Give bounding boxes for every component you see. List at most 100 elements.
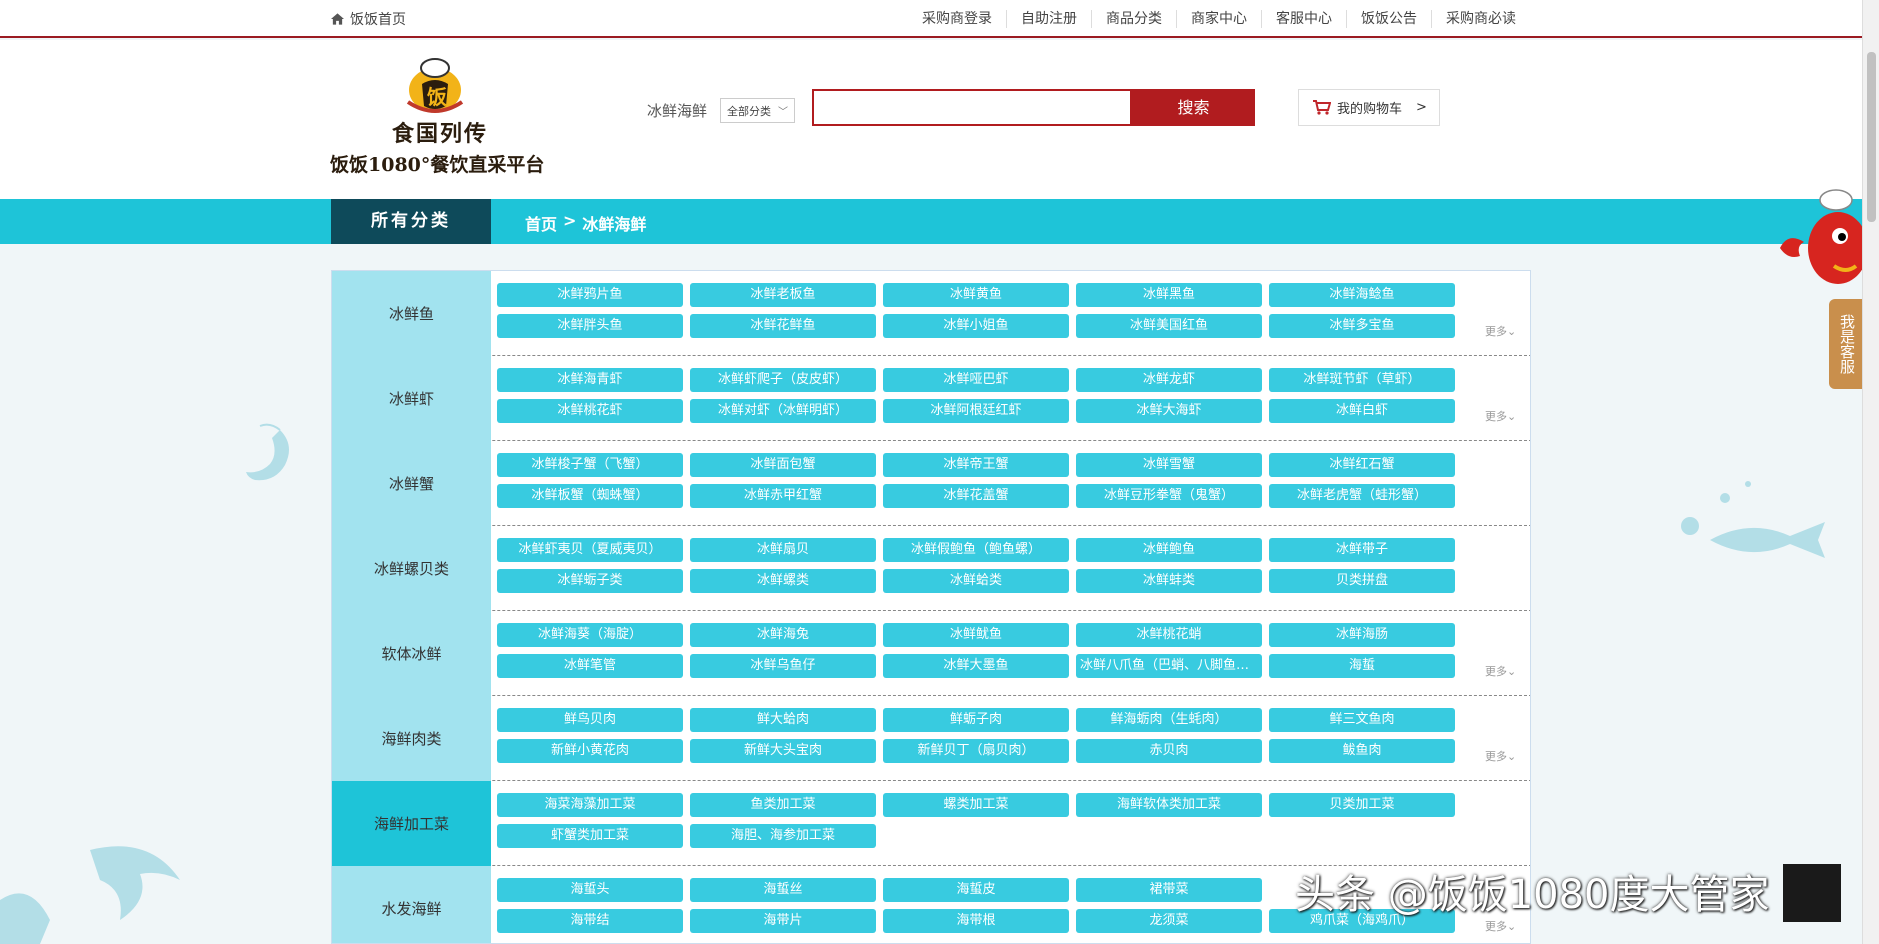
subcategory-tag[interactable]: 冰鲜斑节虾（草虾） [1269,368,1455,392]
subcategory-tag[interactable]: 冰鲜胖头鱼 [497,314,683,338]
subcategory-tag[interactable]: 龙须菜 [1076,909,1262,933]
subcategory-tag[interactable]: 冰鲜蛤类 [883,569,1069,593]
subcategory-tag[interactable]: 螺类加工菜 [883,793,1069,817]
subcategory-tag[interactable]: 冰鲜帝王蟹 [883,453,1069,477]
subcategory-tag[interactable]: 冰鲜老板鱼 [690,283,876,307]
subcategory-tag[interactable]: 冰鲜鱿鱼 [883,623,1069,647]
subcategory-tag[interactable]: 冰鲜海鲶鱼 [1269,283,1455,307]
cart-button[interactable]: 我的购物车 > [1298,89,1440,126]
subcategory-tag[interactable]: 冰鲜龙虾 [1076,368,1262,392]
nav-buyer-login[interactable]: 采购商登录 [908,10,1006,28]
category-row-label[interactable]: 水发海鲜 [332,866,491,943]
subcategory-tag[interactable]: 冰鲜带子 [1269,538,1455,562]
subcategory-tag[interactable]: 冰鲜阿根廷红虾 [883,399,1069,423]
nav-categories[interactable]: 商品分类 [1091,10,1176,28]
subcategory-tag[interactable]: 海蜇丝 [690,878,876,902]
home-link[interactable]: 饭饭首页 [331,9,406,29]
subcategory-tag[interactable]: 鲜鸟贝肉 [497,708,683,732]
subcategory-tag[interactable]: 冰鲜面包蟹 [690,453,876,477]
subcategory-tag[interactable]: 赤贝肉 [1076,739,1262,763]
subcategory-tag[interactable]: 海带结 [497,909,683,933]
subcategory-tag[interactable]: 冰鲜乌鱼仔 [690,654,876,678]
subcategory-tag[interactable]: 冰鲜美国红鱼 [1076,314,1262,338]
more-link[interactable]: 更多⌄ [1485,323,1516,339]
subcategory-tag[interactable]: 鲜海蛎肉（生蚝肉） [1076,708,1262,732]
subcategory-tag[interactable]: 鲜蛎子肉 [883,708,1069,732]
breadcrumb-home[interactable]: 首页 [525,211,557,235]
customer-service-tab[interactable]: 我是客服 [1829,299,1862,389]
subcategory-tag[interactable]: 冰鲜黑鱼 [1076,283,1262,307]
search-button[interactable]: 搜索 [1132,89,1255,126]
category-row-label[interactable]: 冰鲜虾 [332,356,491,441]
category-row-label[interactable]: 冰鲜螺贝类 [332,526,491,611]
subcategory-tag[interactable]: 冰鲜多宝鱼 [1269,314,1455,338]
scrollbar-thumb[interactable] [1867,52,1876,222]
subcategory-tag[interactable]: 海蜇头 [497,878,683,902]
subcategory-tag[interactable]: 冰鲜梭子蟹（飞蟹） [497,453,683,477]
subcategory-tag[interactable]: 海蜇 [1269,654,1455,678]
subcategory-tag[interactable]: 冰鲜蚌类 [1076,569,1262,593]
subcategory-tag[interactable]: 贝类加工菜 [1269,793,1455,817]
subcategory-tag[interactable]: 海带根 [883,909,1069,933]
subcategory-tag[interactable]: 冰鲜板蟹（蜘蛛蟹） [497,484,683,508]
site-logo[interactable]: 饭 食国列传 饭饭1080°餐饮直采平台 [330,54,562,182]
subcategory-tag[interactable]: 海带片 [690,909,876,933]
category-row-label[interactable]: 软体冰鲜 [332,611,491,696]
subcategory-tag[interactable]: 海胆、海参加工菜 [690,824,876,848]
scrollbar[interactable] [1862,0,1879,944]
subcategory-tag[interactable]: 海鲜软体类加工菜 [1076,793,1262,817]
subcategory-tag[interactable]: 冰鲜虾夷贝（夏威夷贝） [497,538,683,562]
subcategory-tag[interactable]: 海菜海藻加工菜 [497,793,683,817]
more-link[interactable]: 更多⌄ [1485,748,1516,764]
search-input[interactable] [812,89,1132,126]
nav-announcements[interactable]: 饭饭公告 [1346,10,1431,28]
subcategory-tag[interactable]: 冰鲜海青虾 [497,368,683,392]
subcategory-tag[interactable]: 虾蟹类加工菜 [497,824,683,848]
subcategory-tag[interactable]: 鱼类加工菜 [690,793,876,817]
subcategory-tag[interactable]: 冰鲜鸦片鱼 [497,283,683,307]
subcategory-tag[interactable]: 新鲜贝丁（扇贝肉） [883,739,1069,763]
subcategory-tag[interactable]: 冰鲜假鲍鱼（鲍鱼螺） [883,538,1069,562]
subcategory-tag[interactable]: 冰鲜螺类 [690,569,876,593]
subcategory-tag[interactable]: 冰鲜桃花蛸 [1076,623,1262,647]
subcategory-tag[interactable]: 冰鲜桃花虾 [497,399,683,423]
subcategory-tag[interactable]: 冰鲜八爪鱼（巴蛸、八脚鱼、章鱼） [1076,654,1262,678]
subcategory-tag[interactable]: 冰鲜海葵（海腚） [497,623,683,647]
subcategory-tag[interactable]: 冰鲜老虎蟹（蛙形蟹） [1269,484,1455,508]
subcategory-tag[interactable]: 冰鲜赤甲红蟹 [690,484,876,508]
subcategory-tag[interactable]: 冰鲜笔管 [497,654,683,678]
nav-service-center[interactable]: 客服中心 [1261,10,1346,28]
more-link[interactable]: 更多⌄ [1485,918,1516,934]
subcategory-tag[interactable]: 冰鲜豆形拳蟹（鬼蟹） [1076,484,1262,508]
subcategory-tag[interactable]: 新鲜大头宝肉 [690,739,876,763]
nav-buyer-guide[interactable]: 采购商必读 [1431,10,1530,28]
subcategory-tag[interactable]: 新鲜小黄花肉 [497,739,683,763]
category-row-label[interactable]: 海鲜加工菜 [332,781,491,866]
crab-mascot-icon[interactable] [1776,186,1868,296]
subcategory-tag[interactable]: 冰鲜哑巴虾 [883,368,1069,392]
subcategory-tag[interactable]: 冰鲜红石蟹 [1269,453,1455,477]
subcategory-tag[interactable]: 冰鲜海肠 [1269,623,1455,647]
subcategory-tag[interactable]: 冰鲜花盖蟹 [883,484,1069,508]
subcategory-tag[interactable]: 海蜇皮 [883,878,1069,902]
subcategory-tag[interactable]: 冰鲜大墨鱼 [883,654,1069,678]
subcategory-tag[interactable]: 冰鲜扇贝 [690,538,876,562]
category-select[interactable]: 全部分类 ﹀ [720,98,795,123]
subcategory-tag[interactable]: 冰鲜虾爬子（皮皮虾） [690,368,876,392]
subcategory-tag[interactable]: 冰鲜鲍鱼 [1076,538,1262,562]
subcategory-tag[interactable]: 贝类拼盘 [1269,569,1455,593]
subcategory-tag[interactable]: 冰鲜海兔 [690,623,876,647]
subcategory-tag[interactable]: 冰鲜花鲜鱼 [690,314,876,338]
subcategory-tag[interactable]: 鲅鱼肉 [1269,739,1455,763]
subcategory-tag[interactable]: 冰鲜大海虾 [1076,399,1262,423]
subcategory-tag[interactable]: 冰鲜白虾 [1269,399,1455,423]
category-row-label[interactable]: 海鲜肉类 [332,696,491,781]
category-row-label[interactable]: 冰鲜蟹 [332,441,491,526]
subcategory-tag[interactable]: 鲜大蛤肉 [690,708,876,732]
more-link[interactable]: 更多⌄ [1485,408,1516,424]
subcategory-tag[interactable]: 裙带菜 [1076,878,1262,902]
nav-register[interactable]: 自助注册 [1006,10,1091,28]
category-row-label[interactable]: 冰鲜鱼 [332,271,491,356]
subcategory-tag[interactable]: 冰鲜对虾（冰鲜明虾） [690,399,876,423]
all-categories-button[interactable]: 所有分类 [331,199,491,244]
